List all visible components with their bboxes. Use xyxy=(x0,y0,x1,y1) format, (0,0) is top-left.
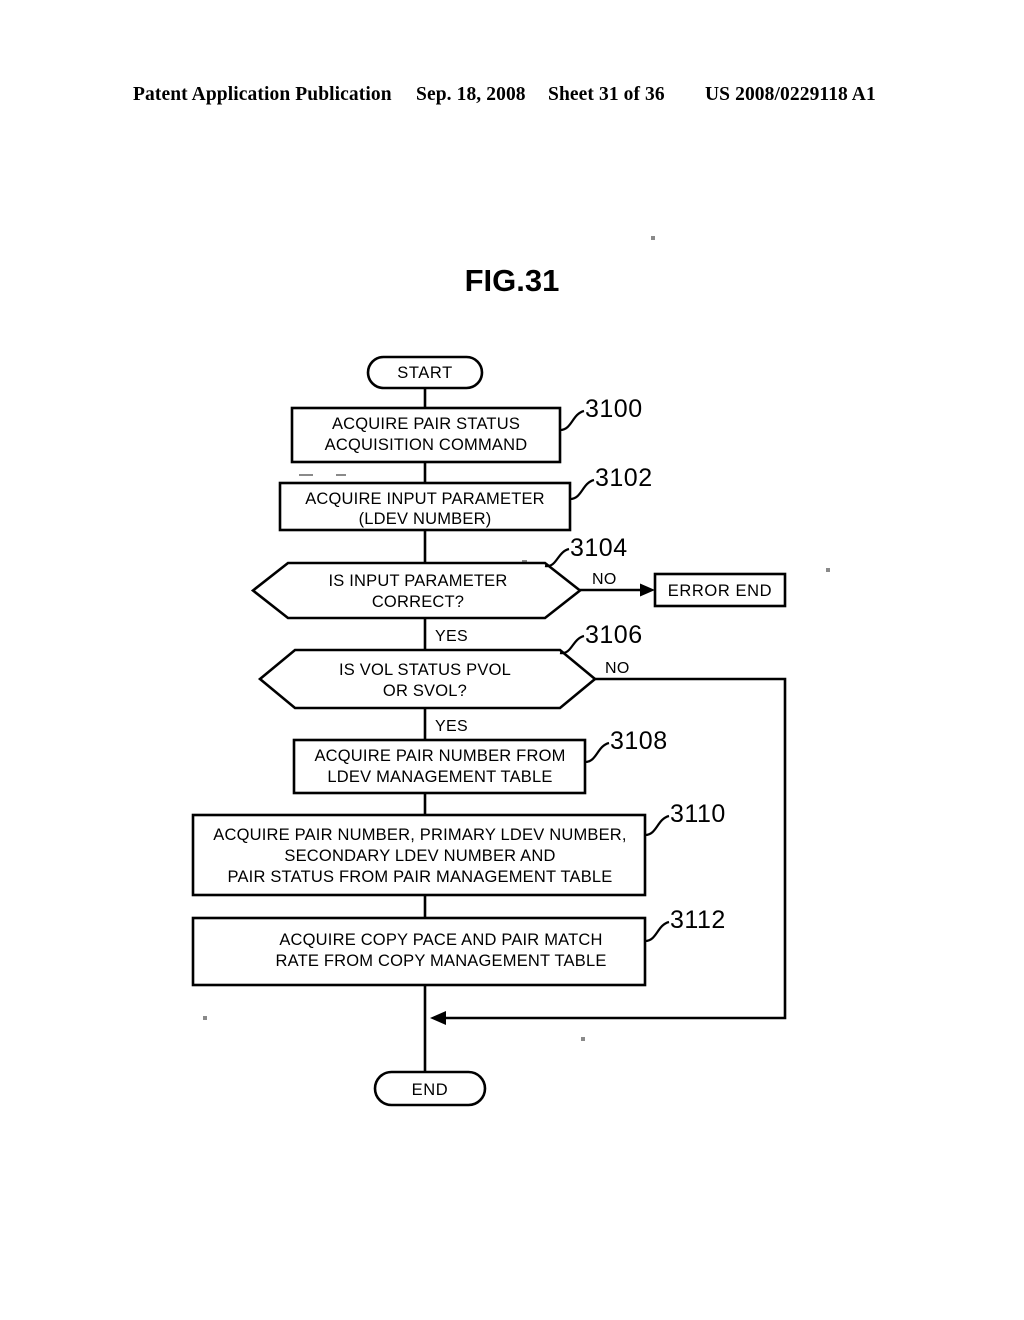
ref-number-3108: 3108 xyxy=(610,727,668,755)
process-3102-line-1: ACQUIRE INPUT PARAMETER xyxy=(305,490,545,508)
leader-3108 xyxy=(584,741,610,764)
process-3112-line-2: RATE FROM COPY MANAGEMENT TABLE xyxy=(275,952,606,970)
terminal-start-label: START xyxy=(397,364,453,382)
process-3110-line-2: SECONDARY LDEV NUMBER AND xyxy=(284,847,555,865)
terminal-error-end: ERROR END xyxy=(653,572,787,608)
ref-number-3110: 3110 xyxy=(670,800,726,828)
decision-3104: IS INPUT PARAMETER CORRECT? 3104 NO YES xyxy=(250,534,628,645)
leader-3104 xyxy=(544,547,570,568)
terminal-end-label: END xyxy=(412,1081,449,1099)
process-3110: ACQUIRE PAIR NUMBER, PRIMARY LDEV NUMBER… xyxy=(191,800,726,897)
ref-number-3104: 3104 xyxy=(570,534,628,562)
process-3100-line-2: ACQUISITION COMMAND xyxy=(325,436,528,454)
terminal-start: START xyxy=(366,355,484,390)
process-3112-line-1: ACQUIRE COPY PACE AND PAIR MATCH xyxy=(279,931,602,949)
ref-number-3102: 3102 xyxy=(595,464,653,492)
arrowhead-to-error-end xyxy=(640,583,655,597)
process-3110-line-3: PAIR STATUS FROM PAIR MANAGEMENT TABLE xyxy=(227,868,612,886)
decision-3106-line-2: OR SVOL? xyxy=(383,682,467,700)
terminal-error-end-label: ERROR END xyxy=(668,582,772,600)
process-3102-line-2: (LDEV NUMBER) xyxy=(359,510,492,528)
ref-number-3106: 3106 xyxy=(585,621,643,649)
leader-3100 xyxy=(559,409,585,432)
scan-speck xyxy=(826,568,830,572)
scan-speck xyxy=(299,474,313,476)
process-3108-line-2: LDEV MANAGEMENT TABLE xyxy=(327,768,552,786)
process-3108-line-1: ACQUIRE PAIR NUMBER FROM xyxy=(314,747,565,765)
process-3100: ACQUIRE PAIR STATUS ACQUISITION COMMAND … xyxy=(290,395,643,464)
branch-label-3106-yes: YES xyxy=(435,718,468,735)
branch-label-3106-no: NO xyxy=(605,660,630,677)
terminal-end: END xyxy=(373,1070,487,1107)
process-3112: ACQUIRE COPY PACE AND PAIR MATCH RATE FR… xyxy=(191,906,726,987)
branch-label-3104-no: NO xyxy=(592,571,617,588)
scan-speck xyxy=(336,474,346,476)
scan-speck xyxy=(651,236,655,240)
ref-number-3100: 3100 xyxy=(585,395,643,423)
decision-3104-line-2: CORRECT? xyxy=(372,593,464,611)
process-3100-line-1: ACQUIRE PAIR STATUS xyxy=(332,415,520,433)
process-3110-line-1: ACQUIRE PAIR NUMBER, PRIMARY LDEV NUMBER… xyxy=(213,826,626,844)
ref-number-3112: 3112 xyxy=(670,906,726,934)
scan-speck xyxy=(203,1016,207,1020)
leader-3102 xyxy=(569,478,595,501)
arrowhead-bypass-merge xyxy=(430,1011,446,1025)
decision-3104-line-1: IS INPUT PARAMETER xyxy=(328,572,507,590)
decision-3106-line-1: IS VOL STATUS PVOL xyxy=(339,661,511,679)
leader-3112 xyxy=(644,920,670,943)
scan-speck xyxy=(581,1037,585,1041)
process-3108: ACQUIRE PAIR NUMBER FROM LDEV MANAGEMENT… xyxy=(292,727,668,795)
process-3102: ACQUIRE INPUT PARAMETER (LDEV NUMBER) 31… xyxy=(278,464,653,532)
flowchart-diagram: START ACQUIRE PAIR STATUS ACQUISITION CO… xyxy=(191,236,830,1107)
leader-3106 xyxy=(559,634,585,655)
branch-label-3104-yes: YES xyxy=(435,628,468,645)
leader-3110 xyxy=(644,814,670,837)
